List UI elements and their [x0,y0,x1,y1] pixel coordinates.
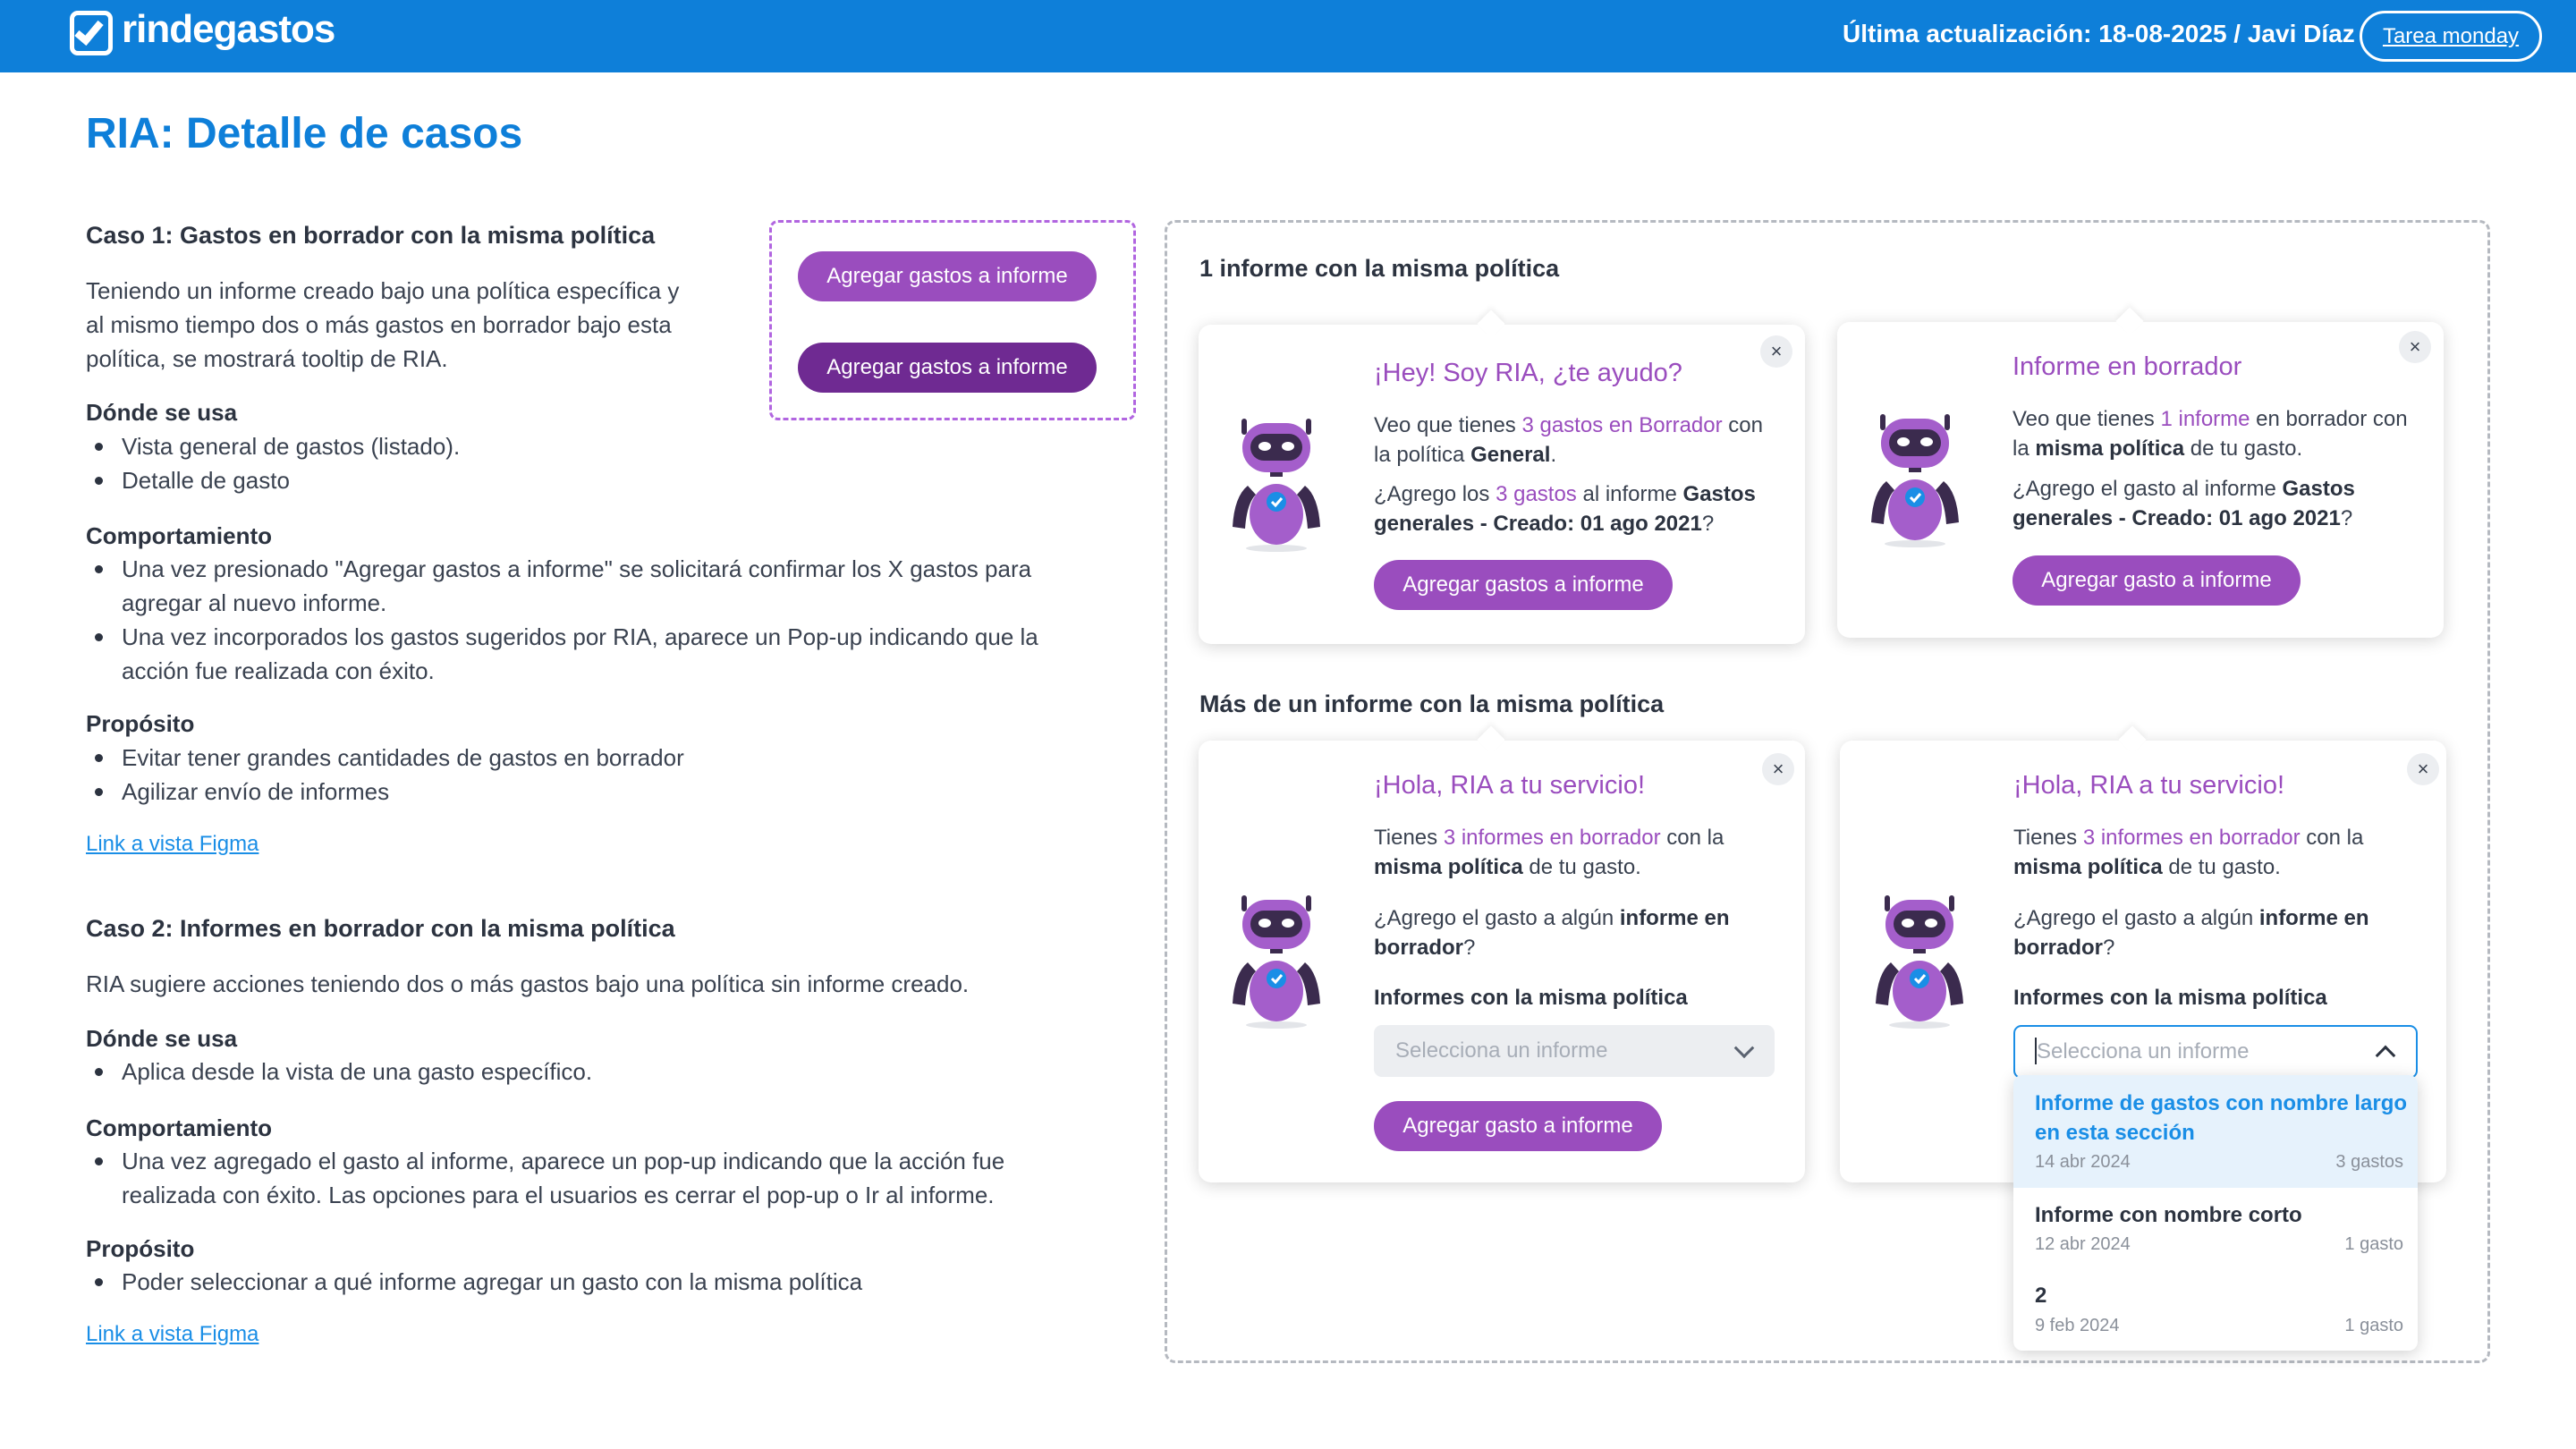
option-date: 12 abr 2024 [2035,1234,2131,1254]
option-date: 14 abr 2024 [2035,1152,2131,1172]
chevron-up-icon [2375,1045,2396,1066]
case2-comportamiento-heading: Comportamiento [86,1114,272,1141]
case1-proposito-list: Evitar tener grandes cantidades de gasto… [86,741,1070,809]
ria-tooltip-card-1: × ¡Hey! Soy RIA, ¿te ayudo? Veo que tien… [1199,325,1805,644]
add-expenses-button-default[interactable]: Agregar gastos a informe [798,251,1097,301]
option-count: 1 gasto [2344,1316,2403,1335]
case2-title: Caso 2: Informes en borrador con la mism… [86,915,675,942]
brand-name: rindegastos [122,7,335,51]
close-icon[interactable]: × [2407,753,2439,785]
last-updated-text: Última actualización: 18-08-2025 / Javi … [1843,20,2355,47]
select-placeholder: Selecciona un informe [2037,1039,2250,1063]
report-select[interactable]: Selecciona un informe [1374,1025,1775,1077]
card-message: Tienes 3 informes en borrador con la mis… [1374,826,1724,879]
list-item: Una vez incorporados los gastos sugerido… [86,620,1061,688]
card-question: ¿Agrego el gasto a algún informe en borr… [1374,906,1730,960]
reports-select-label: Informes con la misma política [2013,986,2327,1010]
text-cursor [2035,1038,2037,1064]
ria-robot-icon [1876,895,1963,1029]
option-count: 1 gasto [2344,1234,2403,1254]
card-question: ¿Agrego los 3 gastos al informe Gastos g… [1374,482,1756,536]
close-icon[interactable]: × [1762,753,1794,785]
list-item: Vista general de gastos (listado). [86,429,1070,463]
list-item: Aplica desde la vista de una gasto espec… [86,1055,1123,1089]
case1-donde-list: Vista general de gastos (listado). Detal… [86,429,1070,497]
card-title: ¡Hola, RIA a tu servicio! [2013,771,2284,800]
ria-tooltip-card-3: × ¡Hola, RIA a tu servicio! Tienes 3 inf… [1199,741,1805,1182]
list-item: Una vez agregado el gasto al informe, ap… [86,1144,1070,1212]
close-icon[interactable]: × [1760,335,1792,368]
case2-donde-heading: Dónde se usa [86,1025,238,1052]
page-title: RIA: Detalle de casos [86,110,523,157]
ria-tooltip-card-2: × Informe en borrador Veo que tienes 1 i… [1837,322,2444,638]
check-icon [74,15,104,46]
card-title: Informe en borrador [2012,352,2242,381]
list-item: Agilizar envío de informes [86,775,1070,809]
case2-proposito-heading: Propósito [86,1235,195,1262]
dropdown-option[interactable]: Informe de gastos con nombre largo en es… [2013,1075,2418,1188]
section-multi-report-title: Más de un informe con la misma política [1199,691,1665,717]
card-title: ¡Hey! Soy RIA, ¿te ayudo? [1374,359,1682,387]
top-header: rindegastos Última actualización: 18-08-… [0,0,2576,72]
add-expenses-button-hover[interactable]: Agregar gastos a informe [798,343,1097,393]
case1-comportamiento-list: Una vez presionado "Agregar gastos a inf… [86,552,1061,688]
card-message: Veo que tienes 1 informe en borrador con… [2012,407,2408,461]
card-question: ¿Agrego el gasto a algún informe en borr… [2013,906,2369,960]
case2-comportamiento-list: Una vez agregado el gasto al informe, ap… [86,1144,1070,1212]
list-item: Detalle de gasto [86,463,1070,497]
ria-robot-icon [1233,895,1320,1029]
case1-comportamiento-heading: Comportamiento [86,522,272,549]
option-name: Informe con nombre corto [2035,1203,2302,1227]
card-message: Veo que tienes 3 gastos en Borrador con … [1374,413,1763,467]
add-expense-to-report-button[interactable]: Agregar gasto a informe [2012,555,2301,606]
case2-description: RIA sugiere acciones teniendo dos o más … [86,970,970,997]
case2-donde-list: Aplica desde la vista de una gasto espec… [86,1055,1123,1089]
report-dropdown-list: Informe de gastos con nombre largo en es… [2013,1075,2418,1351]
list-item: Poder seleccionar a qué informe agregar … [86,1265,1123,1299]
report-select-open[interactable]: Selecciona un informe [2013,1025,2418,1079]
option-name: Informe de gastos con nombre largo en es… [2035,1091,2408,1145]
add-expense-to-report-button[interactable]: Agregar gasto a informe [1374,1101,1662,1151]
case1-donde-heading: Dónde se usa [86,399,238,426]
case1-proposito-heading: Propósito [86,710,195,737]
close-icon[interactable]: × [2399,331,2431,363]
list-item: Evitar tener grandes cantidades de gasto… [86,741,1070,775]
button-states-frame: Agregar gastos a informe Agregar gastos … [769,220,1136,420]
ria-robot-icon [1233,419,1320,552]
rindegastos-logo-icon [70,11,113,55]
section-one-report-title: 1 informe con la misma política [1199,255,1560,282]
ria-robot-icon [1871,414,1959,547]
card-question: ¿Agrego el gasto al informe Gastos gener… [2012,477,2355,530]
case2-proposito-list: Poder seleccionar a qué informe agregar … [86,1265,1123,1299]
case2-figma-link[interactable]: Link a vista Figma [86,1322,258,1347]
dropdown-option[interactable]: Informe con nombre corto 12 abr 2024 1 g… [2013,1188,2418,1268]
add-expenses-to-report-button[interactable]: Agregar gastos a informe [1374,560,1673,610]
case1-description: Teniendo un informe creado bajo una polí… [86,277,680,372]
card-title: ¡Hola, RIA a tu servicio! [1374,771,1645,800]
tarea-monday-button[interactable]: Tarea monday [2360,11,2542,62]
option-date: 9 feb 2024 [2035,1316,2120,1335]
case1-figma-link[interactable]: Link a vista Figma [86,832,258,857]
select-placeholder: Selecciona un informe [1395,1038,1608,1063]
case1-title: Caso 1: Gastos en borrador con la misma … [86,222,656,249]
dropdown-option[interactable]: 2 9 feb 2024 1 gasto [2013,1268,2418,1351]
option-count: 3 gastos [2335,1152,2403,1172]
reports-select-label: Informes con la misma política [1374,986,1688,1010]
chevron-down-icon [1733,1038,1755,1059]
option-name: 2 [2035,1284,2047,1308]
list-item: Una vez presionado "Agregar gastos a inf… [86,552,1061,620]
card-message: Tienes 3 informes en borrador con la mis… [2013,826,2364,879]
